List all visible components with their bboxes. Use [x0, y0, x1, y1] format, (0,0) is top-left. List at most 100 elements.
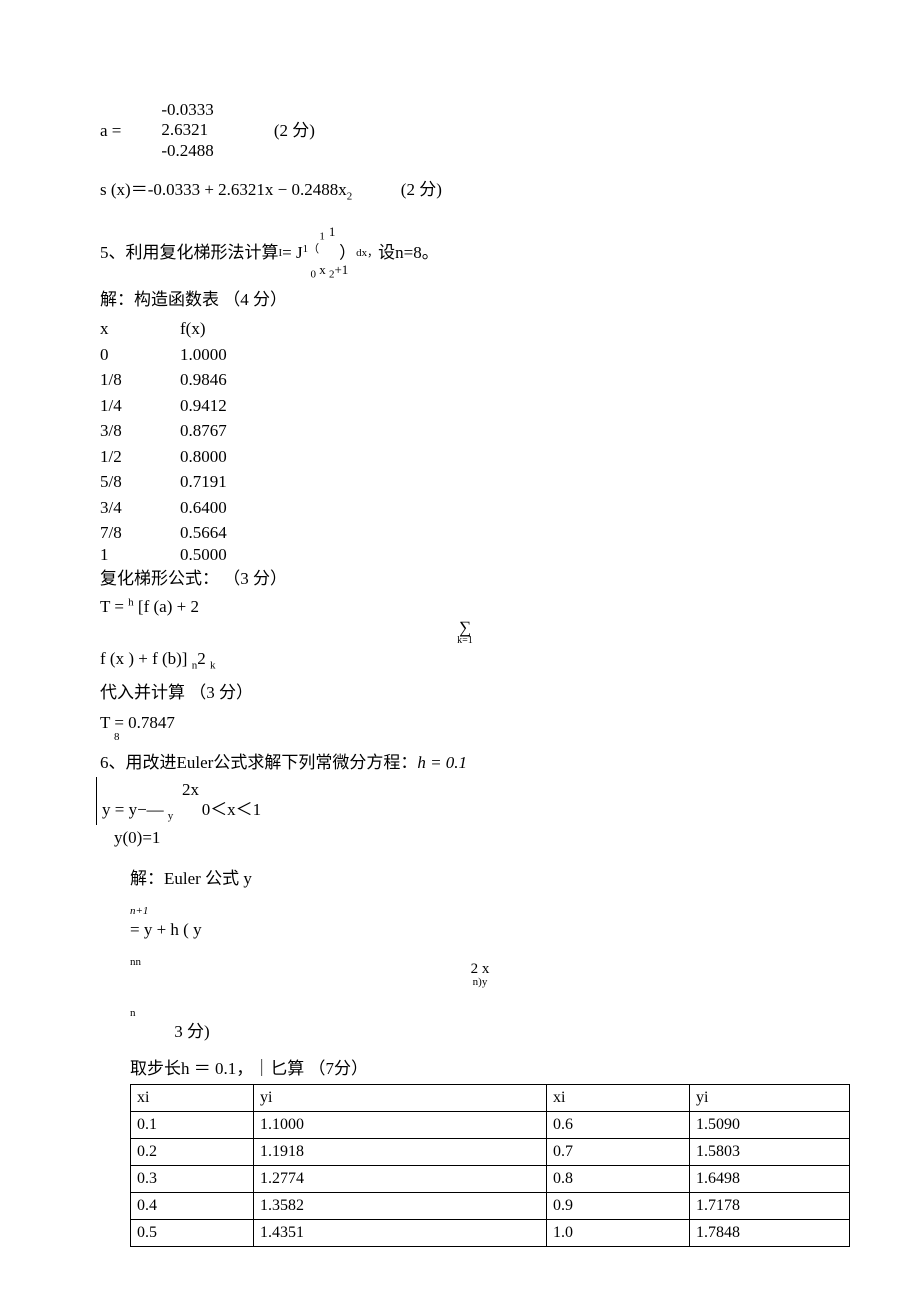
q5-ft-fx: 1.0000 — [180, 342, 280, 368]
table-row: 0.21.19180.71.5803 — [131, 1138, 850, 1165]
q5-ft-row: 5/80.7191 — [100, 469, 830, 495]
q6-ode-block: 2x y = y−—y 0＜x＜1 y(0)=1 — [100, 777, 830, 850]
q6-h: h = 0.1 — [417, 753, 467, 772]
q5-ft-x: 5/8 — [100, 469, 180, 495]
q5-formula-head: 复化梯形公式： （3 分） — [100, 566, 830, 592]
q6-frac-n-wrap: n — [130, 994, 830, 1019]
q6-ode-sub: y — [168, 810, 174, 822]
q5-bot-x: x — [316, 262, 329, 277]
q5-top-one: 1 — [329, 224, 340, 239]
q5-bot-plus1: +1 — [334, 262, 348, 277]
q6-td: 1.1000 — [254, 1111, 547, 1138]
q5-ft-fx: 0.5000 — [180, 546, 280, 565]
s-sub2: 2 — [347, 191, 353, 203]
table-row: 0.31.27740.81.6498 — [131, 1165, 850, 1192]
q5-ft-fx: 0.9412 — [180, 393, 280, 419]
q5-ft-fx: 0.8000 — [180, 444, 280, 470]
q5-paren-close: ） — [339, 243, 356, 262]
s-line: s (x)＝-0.0333 + 2.6321x − 0.2488x2 (2 分) — [100, 177, 830, 205]
q5-T-2: 2 — [197, 649, 210, 668]
q6-td: 0.2 — [131, 1138, 254, 1165]
q6-td: 1.3582 — [254, 1192, 547, 1219]
q5-T-mid2: f (x ) + f (b)] — [100, 649, 192, 668]
table-row: 0.51.43511.01.7848 — [131, 1219, 850, 1246]
q6-td: 0.7 — [547, 1138, 690, 1165]
q5-sum-sub: k=1 — [457, 636, 473, 646]
q6-th: xi — [131, 1084, 254, 1111]
q5-ft-row: 7/80.5664 — [100, 520, 830, 546]
a-vector-block: a = -0.0333 2.6321 -0.2488 (2 分) — [100, 100, 830, 161]
q6-step-head: 取步长h ＝ 0.1，｜匕算 （7分） — [130, 1056, 830, 1082]
q5-ft-x: 7/8 — [100, 520, 180, 546]
a-v3: -0.2488 — [161, 141, 213, 161]
q5-eq-eq: = J — [282, 240, 302, 266]
q6-n1-sub: n+1 — [130, 892, 830, 917]
q6-ode-init: y(0)=1 — [114, 825, 830, 851]
q5-T-left: T = — [100, 597, 128, 616]
q5-ft-x: 0 — [100, 342, 180, 368]
q6-frac-top: 2 x — [471, 962, 490, 977]
table-row: 0.41.35820.91.7178 — [131, 1192, 850, 1219]
q6-frac-n: n — [130, 1009, 830, 1019]
q6-td: 1.5803 — [690, 1138, 850, 1165]
q5-ft-row: 3/80.8767 — [100, 418, 830, 444]
q5-sum-symbol: ∑k=1 — [100, 619, 830, 646]
q5-ft-row: 1/40.9412 — [100, 393, 830, 419]
q6-td: 1.1918 — [254, 1138, 547, 1165]
q6-prefix: 6、用改进Euler公式求解下列常微分方程： — [100, 753, 417, 772]
q6-fraction: 2 x n)y — [130, 962, 830, 988]
q5-T-k: k — [210, 660, 216, 672]
q5-ft-fx: 0.7191 — [180, 469, 280, 495]
s-score: (2 分) — [401, 180, 442, 199]
q5-setn: 设n=8。 — [378, 240, 439, 266]
q6-td: 1.7848 — [690, 1219, 850, 1246]
q6-td: 0.4 — [131, 1192, 254, 1219]
q5-fraction: 11 1（） 0 x 2+1 — [303, 225, 357, 281]
q5-ft-fx: 0.8767 — [180, 418, 280, 444]
q6-th: yi — [254, 1084, 547, 1111]
q5-ft-x: 1/8 — [100, 367, 180, 393]
q5-sum-sym: ∑ — [459, 619, 471, 636]
q6-td: 1.0 — [547, 1219, 690, 1246]
table-row: 0.11.10000.61.5090 — [131, 1111, 850, 1138]
q5-ft-row: 3/40.6400 — [100, 495, 830, 521]
q6-sol-score: 3 分) — [174, 1022, 209, 1041]
q5-ft-x: 3/8 — [100, 418, 180, 444]
q5-top-sup1: 1 — [319, 231, 329, 243]
q5-calc-head: 代入并计算 （3 分） — [100, 680, 830, 706]
q5-ft-hx: x — [100, 316, 180, 342]
q5-ft-x: 3/4 — [100, 495, 180, 521]
q6-td: 0.8 — [547, 1165, 690, 1192]
q6-td: 0.5 — [131, 1219, 254, 1246]
q5-T-formula: T = h [f (a) + 2∑k=1 f (x ) + f (b)] n2 … — [100, 594, 830, 674]
q5-prefix: 5、利用复化梯形法计算 — [100, 240, 279, 266]
q5-ft-x: 1/2 — [100, 444, 180, 470]
q6-th: yi — [690, 1084, 850, 1111]
q5-ft-header: x f(x) — [100, 316, 830, 342]
a-v2: 2.6321 — [161, 120, 213, 140]
q5-ft-fx: 0.9846 — [180, 367, 280, 393]
q5-ft-x: 1 — [100, 546, 180, 565]
q6-ode-range: 0＜x＜1 — [202, 800, 262, 819]
q5-T-mid1: [f (a) + 2 — [134, 597, 199, 616]
q6-td: 1.2774 — [254, 1165, 547, 1192]
q6-td: 0.9 — [547, 1192, 690, 1219]
a-score: (2 分) — [274, 118, 315, 144]
q6-brace — [96, 777, 99, 825]
q6-result-table: xi yi xi yi 0.11.10000.61.5090 0.21.1918… — [130, 1084, 850, 1247]
q6-th: xi — [547, 1084, 690, 1111]
q6-sol-prefix: 解：Euler 公式 y — [130, 869, 252, 888]
q5-func-table: x f(x) 01.0000 1/80.9846 1/40.9412 3/80.… — [100, 316, 830, 564]
q5-T-res-sub: 8 — [114, 729, 830, 746]
q6-td: 0.3 — [131, 1165, 254, 1192]
q6-td: 1.5090 — [690, 1111, 850, 1138]
q5-ft-fx: 0.5664 — [180, 520, 280, 546]
q5-J-sup: 1（ — [303, 243, 320, 255]
q5-ft-row: 01.0000 — [100, 342, 830, 368]
q5-ft-hfx: f(x) — [180, 316, 280, 342]
q6-frac-nb: n)y — [473, 976, 488, 988]
q6-td: 1.6498 — [690, 1165, 850, 1192]
q5-T-result: T = 0.7847 8 — [100, 710, 830, 746]
q6-statement: 6、用改进Euler公式求解下列常微分方程：h = 0.1 — [100, 750, 830, 776]
q6-ode-main: y = y−— — [102, 800, 164, 819]
